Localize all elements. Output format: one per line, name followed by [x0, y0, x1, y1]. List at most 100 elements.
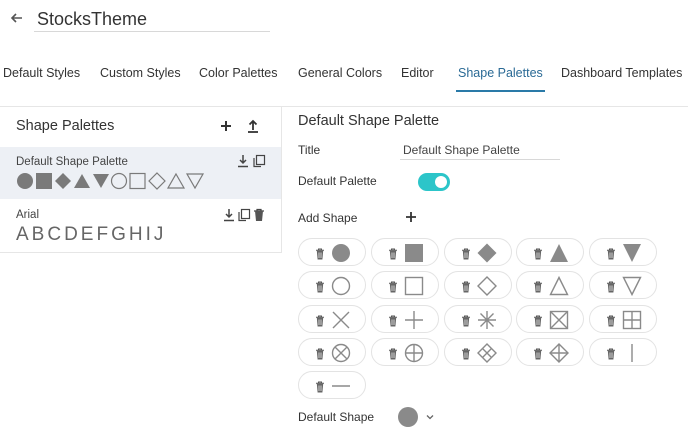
trash-icon[interactable]: [606, 280, 616, 293]
x-icon: [330, 309, 352, 331]
shape-chip-circle-plus[interactable]: [371, 338, 439, 366]
trash-icon[interactable]: [315, 380, 325, 393]
shape-chip-diamond-filled[interactable]: [444, 238, 512, 266]
download-icon[interactable]: [236, 154, 250, 168]
asterisk-icon: [476, 309, 498, 331]
tab-bar: Default Styles Custom Styles Color Palet…: [0, 58, 688, 92]
shape-chip-triangle-down-filled[interactable]: [589, 238, 657, 266]
trash-icon[interactable]: [315, 247, 325, 260]
shape-chip-x[interactable]: [298, 305, 366, 333]
theme-name-input[interactable]: StocksTheme: [34, 6, 270, 32]
tab-general-colors[interactable]: General Colors: [298, 58, 382, 92]
tab-editor[interactable]: Editor: [401, 58, 434, 92]
square-filled-icon: [403, 242, 425, 264]
square-icon: [403, 275, 425, 297]
title-field[interactable]: Default Shape Palette: [400, 140, 560, 160]
copy-icon[interactable]: [237, 208, 251, 222]
trash-icon[interactable]: [461, 247, 471, 260]
trash-icon[interactable]: [533, 314, 543, 327]
trash-icon[interactable]: [461, 314, 471, 327]
palette-name: Default Shape Palette: [16, 156, 128, 168]
palette-letters-preview: ABCDEFGHIJ: [16, 224, 167, 245]
diamond-x-icon: [476, 342, 498, 364]
palette-item-default[interactable]: Default Shape Palette: [0, 147, 281, 199]
shape-chip-asterisk[interactable]: [444, 305, 512, 333]
trash-icon[interactable]: [388, 247, 398, 260]
triangle-down-filled-icon: [621, 242, 643, 264]
trash-icon[interactable]: [461, 280, 471, 293]
tab-custom-styles[interactable]: Custom Styles: [100, 58, 181, 92]
upload-icon[interactable]: [245, 118, 261, 134]
title-label: Title: [298, 143, 321, 157]
header: StocksTheme: [0, 0, 688, 44]
diamond-plus-icon: [548, 342, 570, 364]
trash-icon[interactable]: [315, 314, 325, 327]
shape-palettes-list: Shape Palettes Default Shape Palette Ari…: [0, 107, 282, 253]
shape-chip-square-plus[interactable]: [589, 305, 657, 333]
triangle-up-filled-icon: [548, 242, 570, 264]
trash-icon[interactable]: [533, 280, 543, 293]
shape-chip-triangle-up-filled[interactable]: [516, 238, 584, 266]
plus-icon[interactable]: [218, 118, 234, 134]
trash-icon[interactable]: [606, 247, 616, 260]
default-shape-select[interactable]: [398, 407, 418, 427]
chevron-down-icon[interactable]: [425, 412, 435, 422]
trash-icon[interactable]: [388, 347, 398, 360]
circle-x-icon: [330, 342, 352, 364]
shape-chip-diamond-x[interactable]: [444, 338, 512, 366]
add-shape-plus-icon[interactable]: [404, 210, 418, 224]
trash-icon[interactable]: [606, 314, 616, 327]
tab-shape-palettes[interactable]: Shape Palettes: [456, 58, 545, 92]
diamond-filled-icon: [476, 242, 498, 264]
shape-chip-square-filled[interactable]: [371, 238, 439, 266]
shape-palettes-title: Shape Palettes: [16, 118, 115, 134]
shape-chip-circle-filled[interactable]: [298, 238, 366, 266]
vertical-line-icon: [621, 342, 643, 364]
default-shape-label: Default Shape: [298, 410, 375, 424]
trash-icon[interactable]: [533, 347, 543, 360]
tab-default-styles[interactable]: Default Styles: [3, 58, 80, 92]
trash-icon[interactable]: [461, 347, 471, 360]
shape-chip-vertical-line[interactable]: [589, 338, 657, 366]
trash-icon[interactable]: [388, 280, 398, 293]
circle-icon: [330, 275, 352, 297]
shape-chip-square[interactable]: [371, 271, 439, 299]
shape-chip-circle[interactable]: [298, 271, 366, 299]
palette-item-arial[interactable]: Arial ABCDEFGHIJ: [0, 203, 281, 253]
shape-chip-square-x[interactable]: [516, 305, 584, 333]
palette-editor-title: Default Shape Palette: [298, 113, 440, 129]
copy-icon[interactable]: [252, 154, 266, 168]
add-shape-label: Add Shape: [298, 211, 358, 225]
diamond-icon: [476, 275, 498, 297]
tab-dashboard-templates[interactable]: Dashboard Templates: [561, 58, 682, 92]
download-icon[interactable]: [222, 208, 236, 222]
toggle-knob: [435, 176, 447, 188]
shape-chip-circle-x[interactable]: [298, 338, 366, 366]
circle-filled-icon: [330, 242, 352, 264]
default-palette-toggle[interactable]: [418, 173, 450, 191]
trash-icon[interactable]: [388, 314, 398, 327]
shape-chip-diamond[interactable]: [444, 271, 512, 299]
trash-icon[interactable]: [533, 247, 543, 260]
square-x-icon: [548, 309, 570, 331]
horizontal-line-icon: [330, 375, 352, 397]
triangle-down-icon: [621, 275, 643, 297]
shape-chip-diamond-plus[interactable]: [516, 338, 584, 366]
shape-chip-triangle-down[interactable]: [589, 271, 657, 299]
shape-chip-horizontal-line[interactable]: [298, 371, 366, 399]
shape-chip-plus[interactable]: [371, 305, 439, 333]
palette-name: Arial: [16, 209, 40, 221]
plus-icon: [403, 309, 425, 331]
trash-icon[interactable]: [252, 208, 266, 222]
triangle-up-icon: [548, 275, 570, 297]
trash-icon[interactable]: [315, 347, 325, 360]
tab-color-palettes[interactable]: Color Palettes: [199, 58, 278, 92]
arrow-left-icon[interactable]: [9, 8, 25, 28]
circle-plus-icon: [403, 342, 425, 364]
trash-icon[interactable]: [606, 347, 616, 360]
shape-chip-triangle-up[interactable]: [516, 271, 584, 299]
default-palette-label: Default Palette: [298, 174, 377, 188]
square-plus-icon: [621, 309, 643, 331]
trash-icon[interactable]: [315, 280, 325, 293]
palette-shapes-preview: [17, 172, 205, 190]
